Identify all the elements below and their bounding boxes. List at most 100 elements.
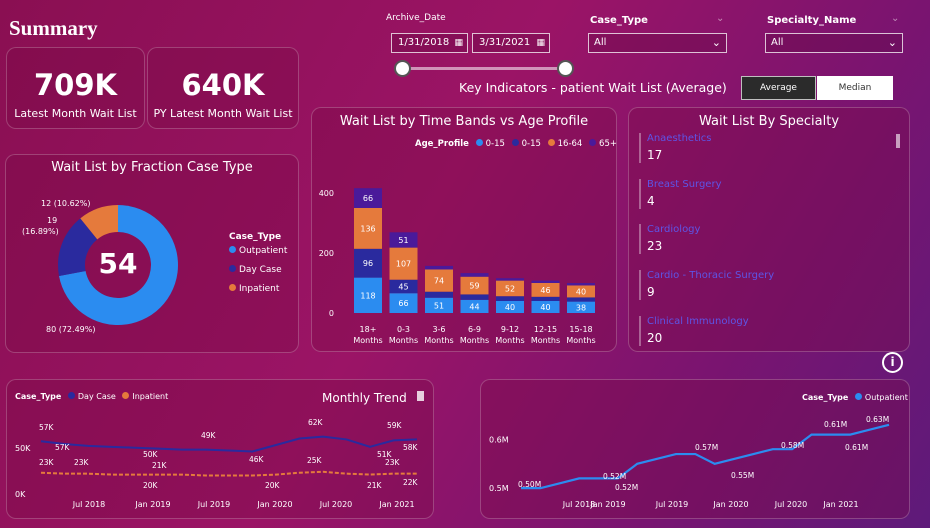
y-tick-label: 400 [319,189,334,198]
specialty-value: 9 [647,285,655,299]
average-button[interactable]: Average [741,76,816,100]
bar-segment[interactable] [567,283,595,286]
legend-title: Case_Type [229,232,282,242]
specialty-name: Anaesthetics [647,133,712,144]
donut-label-daycase-pct: (16.89%) [22,227,59,236]
start-date-field[interactable]: 1/31/2018 ▦ [391,33,468,53]
y-tick-label: 0 [329,309,334,318]
chevron-down-icon: ⌄ [887,36,897,49]
x-tick-label: 0-3 [397,325,410,334]
line-data-label: 0.50M [518,480,541,489]
line-data-label: 0.55M [731,471,754,480]
x-tick-label: 15-18 [569,325,592,334]
outpatient-trend-line-chart: 0.6M0.5MJul 2018Jan 2019 Jul 2019 Jan 2020… [489,415,890,509]
x-tick-label: 18+ [360,325,377,334]
chevron-down-icon[interactable]: ⌄ [891,13,899,24]
line-data-label: 0.52M [603,472,626,481]
chevron-down-icon: ⌄ [711,36,721,49]
bar-data-label: 40 [540,303,550,312]
bar-segment[interactable] [567,297,595,302]
line-data-label: 20K [265,481,281,490]
donut-label-outpatient: 80 (72.49%) [46,325,95,334]
x-tick-label: Months [460,336,489,345]
bar-segment[interactable] [531,280,560,283]
specialty-panel: Wait List By Specialty Anaesthetics 17 Br… [628,107,910,352]
x-tick-label: 12-15 [534,325,557,334]
kpi-label: PY Latest Month Wait List [153,107,293,120]
y-tick-label: 0K [15,490,26,499]
kpi-card-latest: 709K Latest Month Wait List [6,47,145,129]
line-data-label: 0.61M [845,443,868,452]
date-slider-start-handle[interactable] [394,60,411,77]
median-button[interactable]: Median [817,76,893,100]
key-indicators-label: Key Indicators - patient Wait List (Aver… [459,80,727,95]
series-line-day-case [40,435,418,453]
y-tick-label: 200 [319,249,334,258]
bar-data-label: 118 [360,291,375,300]
bar-segment[interactable] [531,296,560,301]
specialty-value: 23 [647,239,663,253]
bar-data-label: 59 [469,282,479,291]
specialty-name-dropdown[interactable]: All ⌄ [765,33,903,53]
time-bands-panel: Wait List by Time Bands vs Age Profile A… [311,107,617,352]
case-type-value: All [594,37,607,48]
x-tick-label: Months [424,336,453,345]
x-tick-label: Jan 2021 [378,500,414,509]
page-title: Summary [9,16,98,40]
line-data-label: 57K [55,443,71,452]
line-data-label: 20K [143,481,159,490]
x-tick-label: Jan 2020 [712,500,748,509]
x-tick-label: Jan 2020 [256,500,292,509]
bar-data-label: 45 [398,282,408,291]
case-type-dropdown[interactable]: All ⌄ [588,33,727,53]
time-bands-bar-chart: 400 200 0 118 96 136 66 18+ Months 66 45 107 51 0-3 Mo… [319,188,596,345]
date-slider-track[interactable] [402,67,566,70]
chevron-down-icon[interactable]: ⌄ [716,13,724,24]
info-icon[interactable]: i [882,352,903,373]
line-data-label: 0.57M [695,443,718,452]
legend-item-daycase[interactable]: Day Case [229,265,282,275]
specialty-name-label: Specialty_Name [767,15,857,26]
legend-item-inpatient[interactable]: Inpatient [229,284,279,294]
line-data-label: 58K [403,443,419,452]
line-data-label: 0.52M [615,483,638,492]
bar-segment[interactable] [425,291,453,298]
x-tick-label: Jul 2019 [197,500,231,509]
donut-center-value: 54 [99,247,138,280]
donut-label-inpatient: 12 (10.62%) [41,199,90,208]
calendar-icon[interactable]: ▦ [454,34,463,52]
bar-segment[interactable] [496,296,524,301]
x-tick-label: Jan 2019 [589,500,625,509]
line-data-label: 21K [152,461,168,470]
scrollbar[interactable] [896,134,900,148]
end-date-field[interactable]: 3/31/2021 ▦ [472,33,550,53]
x-tick-label: Jan 2019 [134,500,170,509]
x-tick-label: 9-12 [501,325,519,334]
monthly-trend-panel: Case_Type Day Case Inpatient Monthly Tre… [6,379,434,519]
specialty-name: Cardiology [647,224,701,235]
bar-data-label: 40 [505,303,515,312]
bar-data-label: 52 [505,284,515,293]
date-slider-end-handle[interactable] [557,60,574,77]
bar-data-label: 74 [434,277,444,286]
bar-segment[interactable] [496,278,524,281]
outpatient-trend-panel: Case_Type Outpatient 0.6M 0.5M Jul 2018 Jan… [480,379,910,519]
x-tick-label: Jul 2018 [72,500,106,509]
bar-segment[interactable] [425,265,453,270]
line-data-label: 0.58M [781,441,804,450]
kpi-card-py-latest: 640K PY Latest Month Wait List [147,47,299,129]
legend-item-outpatient[interactable]: Outpatient [229,246,287,256]
bar-segment[interactable] [460,273,489,277]
specialty-name: Clinical Immunology [647,316,749,327]
bar-data-label: 96 [363,259,373,268]
case-type-label: Case_Type [590,15,648,26]
x-tick-label: Months [389,336,418,345]
line-data-label: 57K [39,423,55,432]
x-tick-label: Jul 2020 [774,500,808,509]
line-data-label: 0.61M [824,420,847,429]
calendar-icon[interactable]: ▦ [536,34,545,52]
bar-segment[interactable] [460,294,489,300]
specialty-name: Breast Surgery [647,179,722,190]
bar-data-label: 107 [396,260,411,269]
y-tick-label: 0.6M [489,435,509,444]
